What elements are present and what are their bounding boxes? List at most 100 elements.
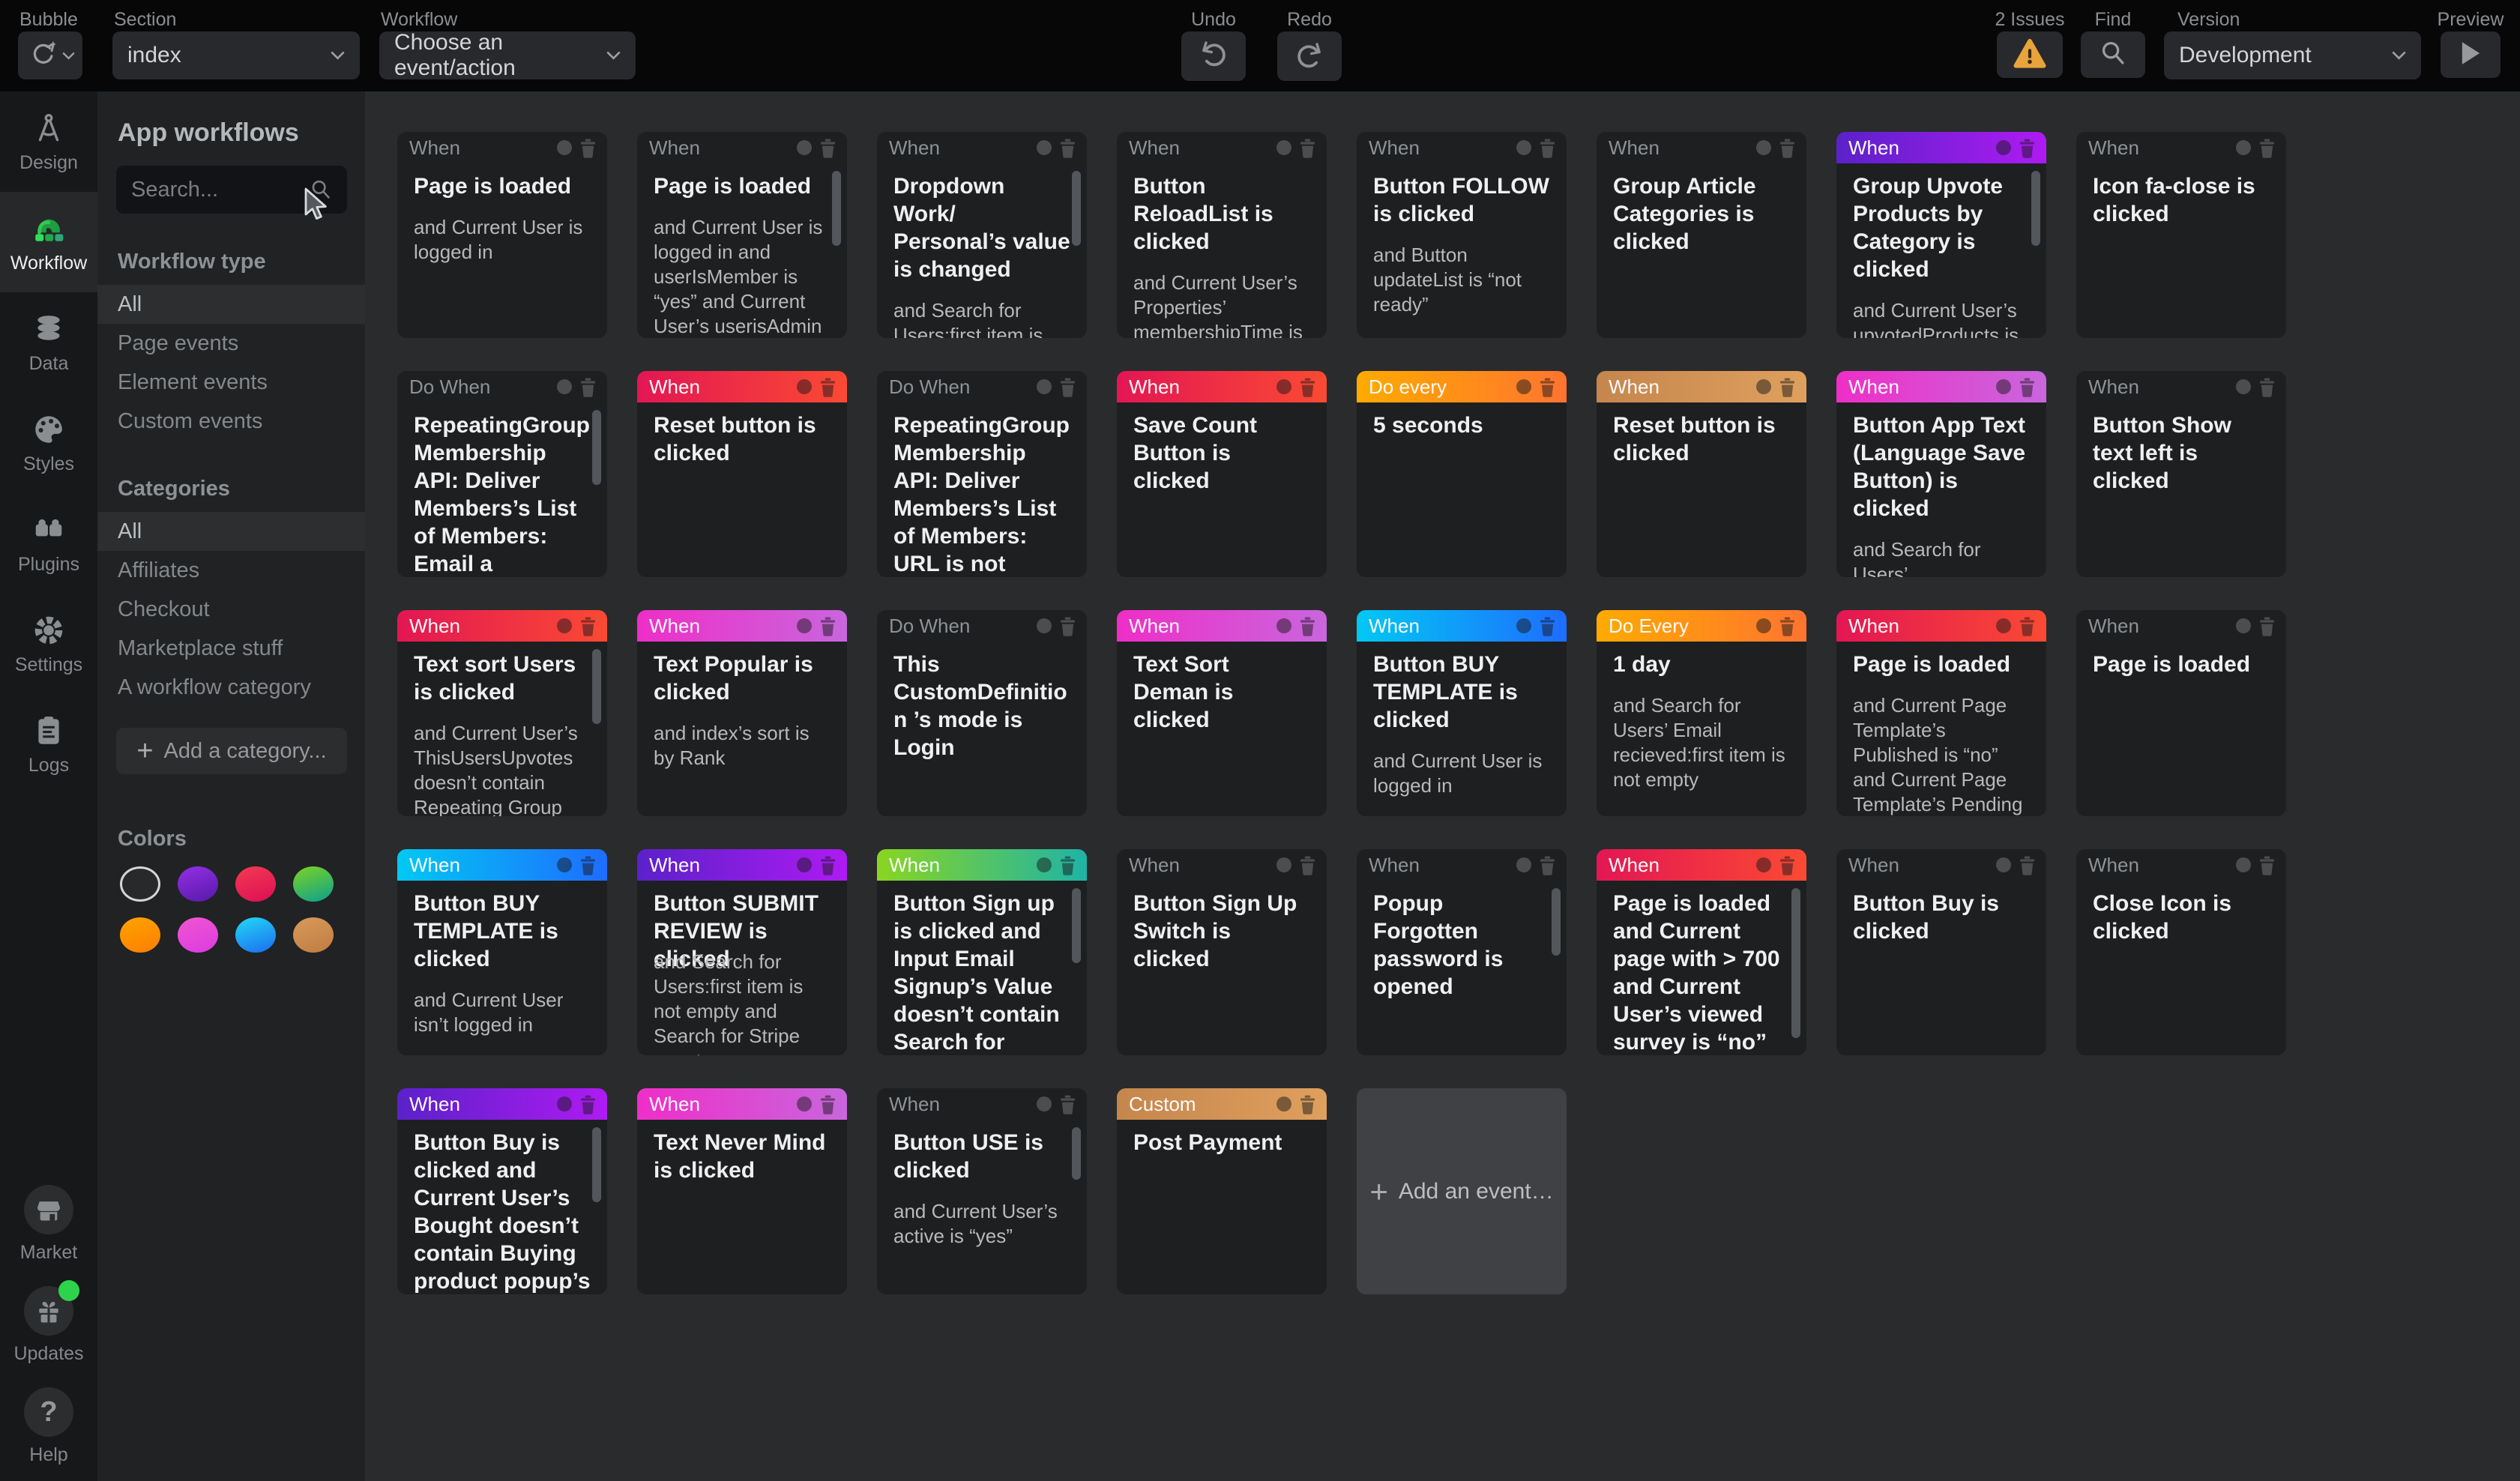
workflow-card[interactable]: WhenText Popular is clickedand index’s s… <box>637 610 847 816</box>
preview-button[interactable] <box>2441 31 2501 78</box>
trash-icon[interactable] <box>1059 377 1076 397</box>
workflow-card[interactable]: WhenButton Show text left is clicked <box>2076 371 2286 577</box>
trash-icon[interactable] <box>2019 377 2036 397</box>
card-scrollbar[interactable] <box>1552 888 1561 956</box>
workflow-card[interactable]: WhenButton App Text (Language Save Butto… <box>1836 371 2046 577</box>
workflow-card[interactable]: WhenButton ReloadList is clickedand Curr… <box>1117 132 1327 338</box>
color-dot-icon[interactable] <box>797 379 812 394</box>
color-dot-icon[interactable] <box>1276 618 1291 633</box>
sidebar-item-help[interactable]: ?Help <box>24 1387 73 1466</box>
color-dot-icon[interactable] <box>797 857 812 872</box>
workflow-card[interactable]: WhenPage is loadedand Current User is lo… <box>397 132 607 338</box>
workflow-card[interactable]: Do every5 seconds <box>1357 371 1567 577</box>
trash-icon[interactable] <box>1059 855 1076 875</box>
workflow-card[interactable]: WhenPopup Forgotten password is opened <box>1357 849 1567 1055</box>
trash-icon[interactable] <box>2019 616 2036 636</box>
trash-icon[interactable] <box>1539 616 1556 636</box>
workflow-card[interactable]: Do WhenRepeatingGroup Membership API: De… <box>877 371 1087 577</box>
workflow-card[interactable]: WhenGroup Upvote Products by Category is… <box>1836 132 2046 338</box>
trash-icon[interactable] <box>819 855 837 875</box>
color-dot-icon[interactable] <box>797 140 812 155</box>
add-category-button[interactable]: + Add a category... <box>116 728 347 774</box>
color-dot-icon[interactable] <box>2236 857 2251 872</box>
trash-icon[interactable] <box>1539 138 1556 158</box>
color-dot-icon[interactable] <box>1276 379 1291 394</box>
workflow-card[interactable]: WhenButton Sign Up Switch is clicked <box>1117 849 1327 1055</box>
workflow-card[interactable]: WhenReset button is clicked <box>1597 371 1806 577</box>
trash-icon[interactable] <box>819 616 837 636</box>
color-dot-icon[interactable] <box>797 618 812 633</box>
trash-icon[interactable] <box>1779 377 1796 397</box>
color-dot-icon[interactable] <box>2236 379 2251 394</box>
color-dot-icon[interactable] <box>1996 140 2011 155</box>
workflow-card[interactable]: WhenButton Buy is clicked and Current Us… <box>397 1088 607 1294</box>
color-dot-icon[interactable] <box>1516 618 1531 633</box>
trash-icon[interactable] <box>579 855 597 875</box>
color-dot-icon[interactable] <box>1037 379 1052 394</box>
undo-button[interactable] <box>1181 31 1246 81</box>
color-swatch-purple[interactable] <box>178 866 218 902</box>
color-dot-icon[interactable] <box>1037 618 1052 633</box>
trash-icon[interactable] <box>1779 855 1796 875</box>
color-dot-icon[interactable] <box>1996 618 2011 633</box>
trash-icon[interactable] <box>1059 1094 1076 1114</box>
color-dot-icon[interactable] <box>557 1097 572 1111</box>
card-scrollbar[interactable] <box>1791 888 1800 1038</box>
card-scrollbar[interactable] <box>592 1127 601 1202</box>
color-swatch-red[interactable] <box>235 866 276 902</box>
workflow-card[interactable]: Do Every1 dayand Search for Users’ Email… <box>1597 610 1806 816</box>
workflow-card[interactable]: WhenPage is loaded <box>2076 610 2286 816</box>
trash-icon[interactable] <box>2258 138 2276 158</box>
sidebar-item-settings[interactable]: Settings <box>0 594 97 694</box>
color-dot-icon[interactable] <box>1037 857 1052 872</box>
trash-icon[interactable] <box>2258 377 2276 397</box>
redo-button[interactable] <box>1277 31 1342 81</box>
trash-icon[interactable] <box>1059 616 1076 636</box>
color-swatch-blue[interactable] <box>235 917 276 953</box>
trash-icon[interactable] <box>579 1094 597 1114</box>
trash-icon[interactable] <box>819 377 837 397</box>
trash-icon[interactable] <box>579 138 597 158</box>
color-dot-icon[interactable] <box>1756 140 1771 155</box>
workflow-card[interactable]: WhenClose Icon is clicked <box>2076 849 2286 1055</box>
trash-icon[interactable] <box>2258 616 2276 636</box>
color-dot-icon[interactable] <box>1516 140 1531 155</box>
trash-icon[interactable] <box>1779 138 1796 158</box>
workflow-card[interactable]: WhenButton Sign up is clicked and Input … <box>877 849 1087 1055</box>
color-swatch-orange[interactable] <box>120 917 160 953</box>
workflow-card[interactable]: WhenButton BUY TEMPLATE is clickedand Cu… <box>397 849 607 1055</box>
sidebar-item-workflow[interactable]: Workflow <box>0 192 97 292</box>
workflow-type-item-all[interactable]: All <box>97 285 365 324</box>
section-select[interactable]: index <box>112 31 360 79</box>
trash-icon[interactable] <box>1299 377 1316 397</box>
color-dot-icon[interactable] <box>2236 618 2251 633</box>
search-input[interactable] <box>130 177 308 203</box>
trash-icon[interactable] <box>1299 138 1316 158</box>
color-swatch-tan[interactable] <box>293 917 334 953</box>
color-dot-icon[interactable] <box>1996 857 2011 872</box>
category-item-all[interactable]: All <box>97 512 365 551</box>
card-scrollbar[interactable] <box>592 410 601 485</box>
workflow-card[interactable]: WhenIcon fa-close is clicked <box>2076 132 2286 338</box>
trash-icon[interactable] <box>1299 1094 1316 1114</box>
sidebar-item-updates[interactable]: Updates <box>13 1286 83 1365</box>
color-dot-icon[interactable] <box>557 857 572 872</box>
color-dot-icon[interactable] <box>557 618 572 633</box>
color-dot-icon[interactable] <box>1276 857 1291 872</box>
workflow-card[interactable]: WhenPage is loadedand Current Page Templ… <box>1836 610 2046 816</box>
color-dot-icon[interactable] <box>1756 618 1771 633</box>
workflow-card[interactable]: CustomPost Payment <box>1117 1088 1327 1294</box>
color-dot-icon[interactable] <box>1276 1097 1291 1111</box>
workflow-type-item-element-events[interactable]: Element events <box>97 363 365 402</box>
sidebar-item-styles[interactable]: Styles <box>0 393 97 493</box>
search-box[interactable] <box>116 166 347 214</box>
trash-icon[interactable] <box>819 138 837 158</box>
trash-icon[interactable] <box>2258 855 2276 875</box>
bubble-menu-button[interactable] <box>18 31 82 79</box>
workflow-card[interactable]: WhenButton BUY TEMPLATE is clickedand Cu… <box>1357 610 1567 816</box>
category-item-affiliates[interactable]: Affiliates <box>97 551 365 590</box>
workflow-card[interactable]: WhenButton FOLLOW is clickedand Button u… <box>1357 132 1567 338</box>
color-dot-icon[interactable] <box>1276 140 1291 155</box>
workflow-card[interactable]: WhenText Sort Deman is clicked <box>1117 610 1327 816</box>
workflow-card[interactable]: WhenPage is loaded and Current page with… <box>1597 849 1806 1055</box>
